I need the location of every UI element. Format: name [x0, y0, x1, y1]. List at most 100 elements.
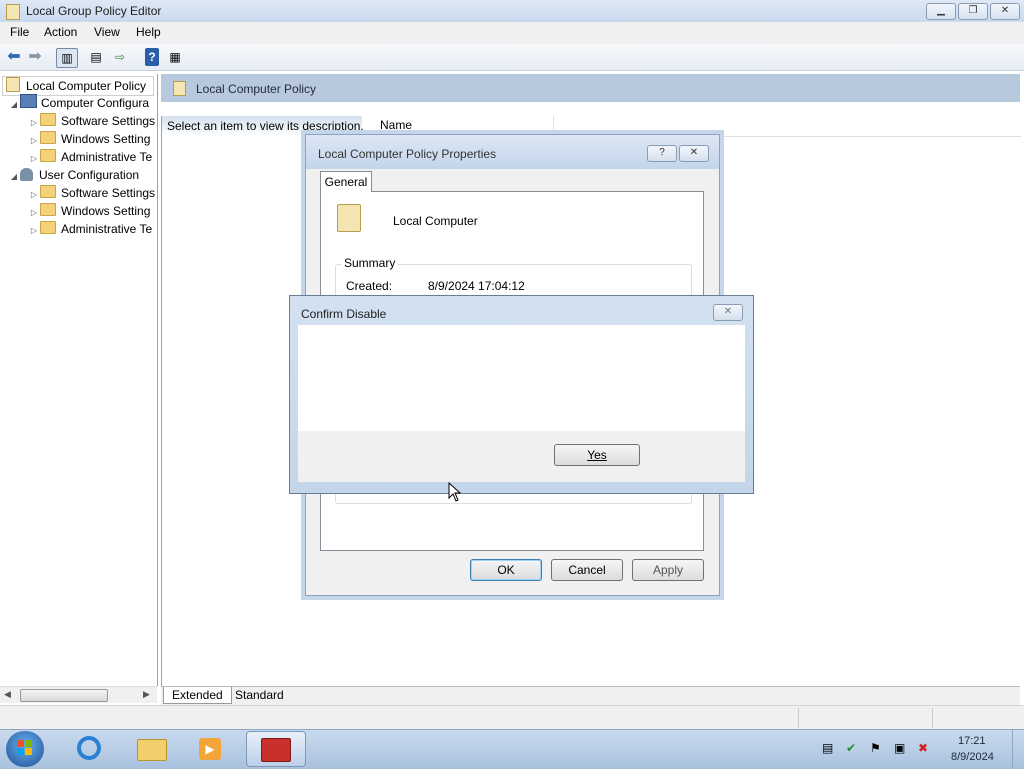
media-player-icon[interactable]: ▶ — [193, 733, 229, 765]
tree-user-configuration[interactable]: ◢ User Configuration — [8, 166, 139, 184]
yes-button[interactable]: Yes — [554, 444, 640, 466]
title-bar: Local Group Policy Editor ▁ ❐ ✕ — [0, 0, 1024, 23]
tree-label: Windows Setting — [61, 204, 151, 218]
properties-dialog-title: Local Computer Policy Properties — [318, 147, 497, 161]
tab-extended[interactable]: Extended — [163, 687, 232, 704]
confirm-close-button[interactable]: ✕ — [713, 304, 743, 321]
policy-icon — [173, 81, 186, 96]
yes-button-label: Yes — [587, 448, 607, 462]
dialog-help-button[interactable]: ? — [647, 145, 677, 162]
status-bar — [0, 705, 1024, 730]
console-tree: Local Computer Policy ◢ Computer Configur… — [0, 74, 158, 686]
folder-icon — [40, 113, 56, 126]
flag-icon[interactable]: ⚑ — [870, 741, 886, 757]
toolbar: ⬅ ➡ ▥ ▤ ⇨ ? ▦ — [0, 44, 1024, 71]
tree-computer-configuration[interactable]: ◢ Computer Configura — [8, 94, 149, 112]
apply-button[interactable]: Apply — [632, 559, 704, 581]
maximize-button[interactable]: ❐ — [958, 3, 988, 20]
computer-icon — [20, 94, 37, 108]
taskbar: ▶ ▤ ✔ ⚑ ▣ ✖ 17:21 8/9/2024 — [0, 729, 1024, 769]
description-text: Select an item to view its description. — [167, 119, 364, 133]
tree-horizontal-scrollbar[interactable]: ◀ ▶ — [0, 686, 157, 703]
confirm-dialog-title: Confirm Disable — [301, 307, 387, 321]
tree-label: Software Settings — [61, 186, 156, 200]
minimize-button[interactable]: ▁ — [926, 3, 956, 20]
folder-icon — [40, 149, 56, 162]
tree-item-software-settings[interactable]: ▷ Software Settings — [28, 112, 155, 130]
volume-muted-icon[interactable]: ✖ — [918, 741, 934, 757]
user-icon — [20, 168, 33, 181]
network-icon[interactable]: ▣ — [894, 741, 910, 757]
folder-icon — [40, 131, 56, 144]
folder-icon — [40, 221, 56, 234]
menu-file[interactable]: File — [10, 25, 29, 39]
group-policy-editor-taskbar-item[interactable] — [246, 731, 306, 767]
menu-view[interactable]: View — [94, 25, 120, 39]
policy-app-icon — [6, 4, 20, 20]
console-tree-icon[interactable]: ▦ — [165, 48, 185, 66]
folder-icon — [40, 203, 56, 216]
close-button[interactable]: ✕ — [990, 3, 1020, 20]
properties-dialog-titlebar: Local Computer Policy Properties ? ✕ — [306, 135, 719, 169]
show-desktop-button[interactable] — [1012, 730, 1024, 769]
export-list-icon[interactable]: ⇨ — [110, 48, 130, 66]
status-divider — [798, 708, 799, 728]
show-hide-tree-icon[interactable]: ▥ — [56, 48, 78, 68]
details-header-title: Local Computer Policy — [196, 82, 317, 96]
policy-document-icon — [337, 204, 361, 232]
menu-action[interactable]: Action — [44, 25, 77, 39]
back-icon[interactable]: ⬅ — [4, 48, 24, 66]
confirm-disable-dialog: Confirm Disable ✕ Yes — [289, 295, 754, 494]
cancel-button[interactable]: Cancel — [551, 559, 623, 581]
created-label: Created: — [346, 279, 393, 293]
column-header-name[interactable]: Name — [380, 118, 412, 132]
forward-icon[interactable]: ➡ — [25, 48, 45, 66]
tree-label: Computer Configura — [41, 96, 150, 110]
column-divider — [553, 116, 554, 136]
tree-item-administrative-templates[interactable]: ▷ Administrative Te — [28, 148, 152, 166]
help-icon[interactable]: ? — [145, 48, 159, 66]
collapse-arrow-icon[interactable]: ◢ — [8, 168, 20, 186]
ok-button[interactable]: OK — [470, 559, 542, 581]
tree-label: Administrative Te — [61, 150, 153, 164]
start-button[interactable] — [6, 731, 44, 767]
tree-root[interactable]: Local Computer Policy — [2, 76, 154, 96]
scroll-left-icon[interactable]: ◀ — [4, 689, 11, 700]
tree-label: User Configuration — [39, 168, 140, 182]
tree-item-user-windows-settings[interactable]: ▷ Windows Setting — [28, 202, 150, 220]
collapse-arrow-icon[interactable]: ◢ — [8, 96, 20, 114]
tree-item-user-software-settings[interactable]: ▷ Software Settings — [28, 184, 155, 202]
policy-icon — [6, 77, 20, 92]
computer-name-label: Local Computer — [393, 214, 478, 228]
windows-logo-icon — [17, 740, 24, 747]
tree-label: Administrative Te — [61, 222, 153, 236]
tree-label: Windows Setting — [61, 132, 151, 146]
dialog-close-button[interactable]: ✕ — [679, 145, 709, 162]
explorer-folder-icon[interactable] — [133, 733, 169, 765]
internet-explorer-icon[interactable] — [72, 733, 108, 765]
confirm-message-area — [298, 325, 745, 431]
scroll-thumb[interactable] — [20, 689, 108, 702]
properties-icon[interactable]: ▤ — [86, 48, 106, 66]
tab-standard[interactable]: Standard — [227, 687, 292, 703]
tree-root-label: Local Computer Policy — [26, 79, 147, 93]
menu-bar: File Action View Help — [0, 22, 1024, 44]
tree-item-user-administrative-templates[interactable]: ▷ Administrative Te — [28, 220, 152, 238]
expand-arrow-icon[interactable]: ▷ — [28, 222, 40, 240]
security-icon[interactable]: ✔ — [846, 741, 862, 757]
details-header: Local Computer Policy — [161, 74, 1020, 102]
scroll-right-icon[interactable]: ▶ — [143, 689, 150, 700]
status-divider — [932, 708, 933, 728]
tree-label: Software Settings — [61, 114, 156, 128]
tab-general[interactable]: General — [320, 171, 372, 192]
clock-date[interactable]: 8/9/2024 — [951, 751, 994, 763]
tree-item-windows-settings[interactable]: ▷ Windows Setting — [28, 130, 150, 148]
toolbox-icon — [261, 738, 291, 762]
action-center-icon[interactable]: ▤ — [822, 741, 838, 757]
confirm-button-area: Yes — [298, 431, 745, 482]
view-tabs: Extended Standard — [161, 686, 1020, 705]
clock-time[interactable]: 17:21 — [958, 735, 986, 747]
window-title: Local Group Policy Editor — [26, 4, 162, 18]
menu-help[interactable]: Help — [136, 25, 161, 39]
summary-label: Summary — [341, 256, 399, 270]
